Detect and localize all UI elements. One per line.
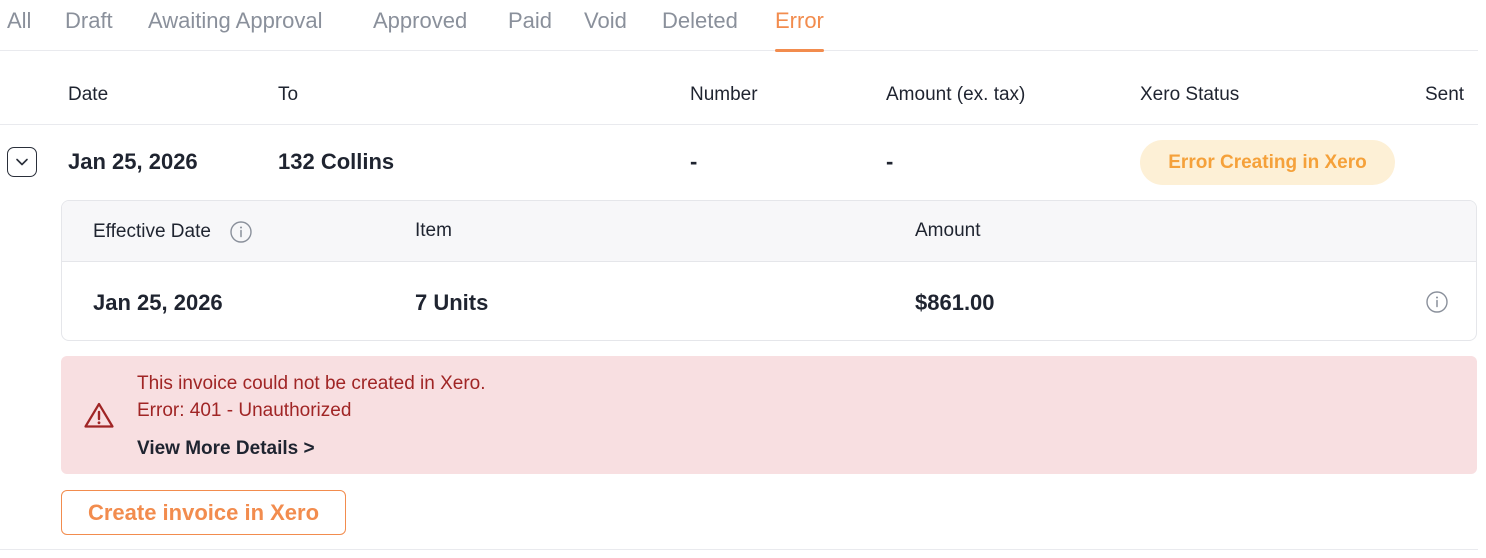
- invoice-number: -: [690, 149, 698, 174]
- invoice-row[interactable]: Jan 25, 2026 132 Collins - - Error Creat…: [0, 125, 1478, 200]
- column-header-item: Item: [415, 220, 452, 241]
- tab-deleted[interactable]: Deleted: [662, 8, 738, 51]
- tab-void[interactable]: Void: [584, 8, 627, 51]
- tab-all[interactable]: All: [7, 8, 31, 51]
- column-header-to[interactable]: To: [278, 84, 298, 106]
- status-tabs: All Draft Awaiting Approval Approved Pai…: [0, 0, 1478, 52]
- line-item-effective-date: Jan 25, 2026: [93, 290, 223, 315]
- line-items-header: Effective Date Item Amount: [62, 201, 1476, 262]
- column-header-date[interactable]: Date: [68, 84, 108, 106]
- invoice-recipient: 132 Collins: [278, 149, 395, 174]
- line-item-amount: $861.00: [915, 290, 995, 315]
- row-divider: [0, 549, 1478, 550]
- info-icon[interactable]: [229, 220, 253, 244]
- invoice-amount: -: [886, 149, 894, 174]
- error-detail: Error: 401 - Unauthorized: [137, 400, 352, 421]
- line-item-info-icon[interactable]: [1425, 290, 1449, 314]
- tab-approved[interactable]: Approved: [373, 8, 467, 51]
- tab-draft[interactable]: Draft: [65, 8, 113, 51]
- invoice-date: Jan 25, 2026: [68, 149, 198, 174]
- column-header-amount[interactable]: Amount (ex. tax): [886, 84, 1025, 106]
- error-message: This invoice could not be created in Xer…: [137, 373, 486, 394]
- line-item-row: Jan 25, 2026 7 Units $861.00: [62, 262, 1476, 340]
- tab-paid[interactable]: Paid: [508, 8, 552, 51]
- line-items-table: Effective Date Item Amount Jan 25, 2026 …: [61, 200, 1477, 341]
- warning-triangle-icon: [83, 401, 115, 434]
- column-header-sent[interactable]: Sent: [1425, 84, 1464, 106]
- error-alert: This invoice could not be created in Xer…: [61, 356, 1477, 474]
- effective-date-label: Effective Date: [93, 221, 211, 242]
- column-header-effective-date: Effective Date: [93, 220, 253, 244]
- expand-row-toggle[interactable]: [7, 147, 37, 177]
- view-more-details-link[interactable]: View More Details >: [137, 438, 315, 460]
- tab-error[interactable]: Error: [775, 8, 824, 52]
- invoice-table-header: Date To Number Amount (ex. tax) Xero Sta…: [0, 51, 1478, 125]
- chevron-down-icon: [16, 158, 28, 166]
- xero-status-badge: Error Creating in Xero: [1140, 140, 1395, 185]
- create-invoice-in-xero-button[interactable]: Create invoice in Xero: [61, 490, 346, 535]
- column-header-line-amount: Amount: [915, 220, 981, 241]
- column-header-xero-status[interactable]: Xero Status: [1140, 84, 1239, 106]
- tab-awaiting-approval[interactable]: Awaiting Approval: [148, 8, 323, 51]
- column-header-number[interactable]: Number: [690, 84, 758, 106]
- line-item-item: 7 Units: [415, 290, 489, 315]
